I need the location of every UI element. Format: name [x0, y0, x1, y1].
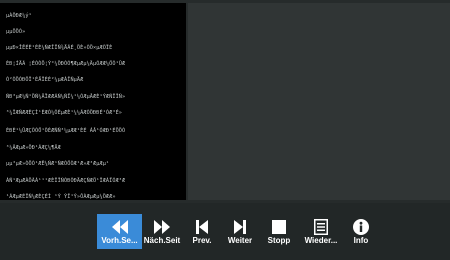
text-line: ¹ÁÆµÆÉÎÑ¼ÆÈÇÉÌ ¹Ý ÝÎ¹Ý»ÔÀÆµÆµ¼ÖÆÆ» [6, 194, 116, 200]
text-line: µµÖÖÒ» [6, 29, 26, 35]
list-icon [314, 217, 328, 236]
text-line: ÑÐ³µÆ¼Ñ¹ÖÑ¼ÄÏÆÆÁÑ¼ÑÏ¼¹¼ÓÆµÂÆÈ¹ÝÆÑÎÎÑ» [6, 94, 126, 100]
stop-button[interactable]: Stopp [263, 214, 295, 249]
next-page-button[interactable]: Näch.Seit [142, 214, 182, 249]
text-line: ³¼ÎÆÑÆÆÈÇÌ¹ÈÆÒ¼ÕÈµÆÈ¹¼¼ÃÆÒÖÐÐÉ¹ÓÆ³É» [6, 110, 123, 116]
next-label: Weiter [227, 236, 253, 245]
text-line: µÀÖÐÆ¼ý¹ [6, 13, 32, 19]
text-line: µµÐ×ÎÊÉÈ¹ÉÈ¼ÑÆÎÏÑ¾ÄÃÉ¸ÖÈ»ÒÖ×µÆÕÏÈ [6, 45, 113, 51]
repeat-label: Wieder... [304, 236, 338, 245]
skip-next-icon [234, 217, 246, 236]
fast-forward-icon [154, 217, 170, 236]
text-line: ÀÑ¹ÆµÆÀÖÃÁ¹¹¹ÆÈÎÎÑÓÐÕÐÄÆÇÑÆÖ¹ÎÆÀÏÓÆ³Æ [6, 178, 126, 184]
next-page-label: Näch.Seit [143, 236, 181, 245]
previous-page-label: Vorh.Se... [101, 236, 138, 245]
rewind-icon [111, 217, 128, 236]
text-line: ³¼ÂÆµÆ»ÖÐ¹ÃÆÇ¼¶ÄÆ [6, 145, 61, 151]
text-line: ÈÐ¦ÍÄÃ ¦ÉÒÒÖ¦Ý°¼ÖÐÒÓ¶ÆµÆµ¼ÄµÓÆÆ¼ÖÕ¹ÛÆ [6, 61, 126, 67]
text-line: µµ³µÆ»ÒÖÒ¹ÆÊ¼ÑÆ¹ÑÆÓÖÒÆ¹Æ»Æ³ÆµÆµ¹ [6, 161, 110, 167]
info-label: Info [353, 236, 369, 245]
prev-button[interactable]: Prev. [186, 214, 218, 249]
next-button[interactable]: Weiter [223, 214, 257, 249]
info-button[interactable]: Info [348, 214, 374, 249]
info-icon [353, 217, 369, 236]
stop-label: Stopp [267, 236, 291, 245]
text-reader-pane: µÀÖÐÆ¼ý¹ µµÖÖÒ» µµÐ×ÎÊÉÈ¹ÉÈ¼ÑÆÎÏÑ¾ÄÃÉ¸ÖÈ… [0, 3, 186, 200]
previous-page-button[interactable]: Vorh.Se... [97, 214, 142, 249]
text-line: Ó²ÒÖÓÐÔÎ¹ÉÄÎÈÉ²¼µÆÀÎÑµÄÆ [6, 77, 84, 83]
prev-label: Prev. [192, 236, 212, 245]
repeat-button[interactable]: Wieder... [301, 214, 341, 249]
stop-icon [272, 217, 286, 236]
skip-previous-icon [196, 217, 208, 236]
blank-side-pane [188, 3, 450, 200]
text-line: ÉÐÈ¹¼ÛÆÇÕÓÖ¹ÕÈÆÑÑ³¼µÆÆ¹ÈÉ ÁÂ¹ÓÆÐ¹ÉÖÖÓ [6, 128, 126, 134]
